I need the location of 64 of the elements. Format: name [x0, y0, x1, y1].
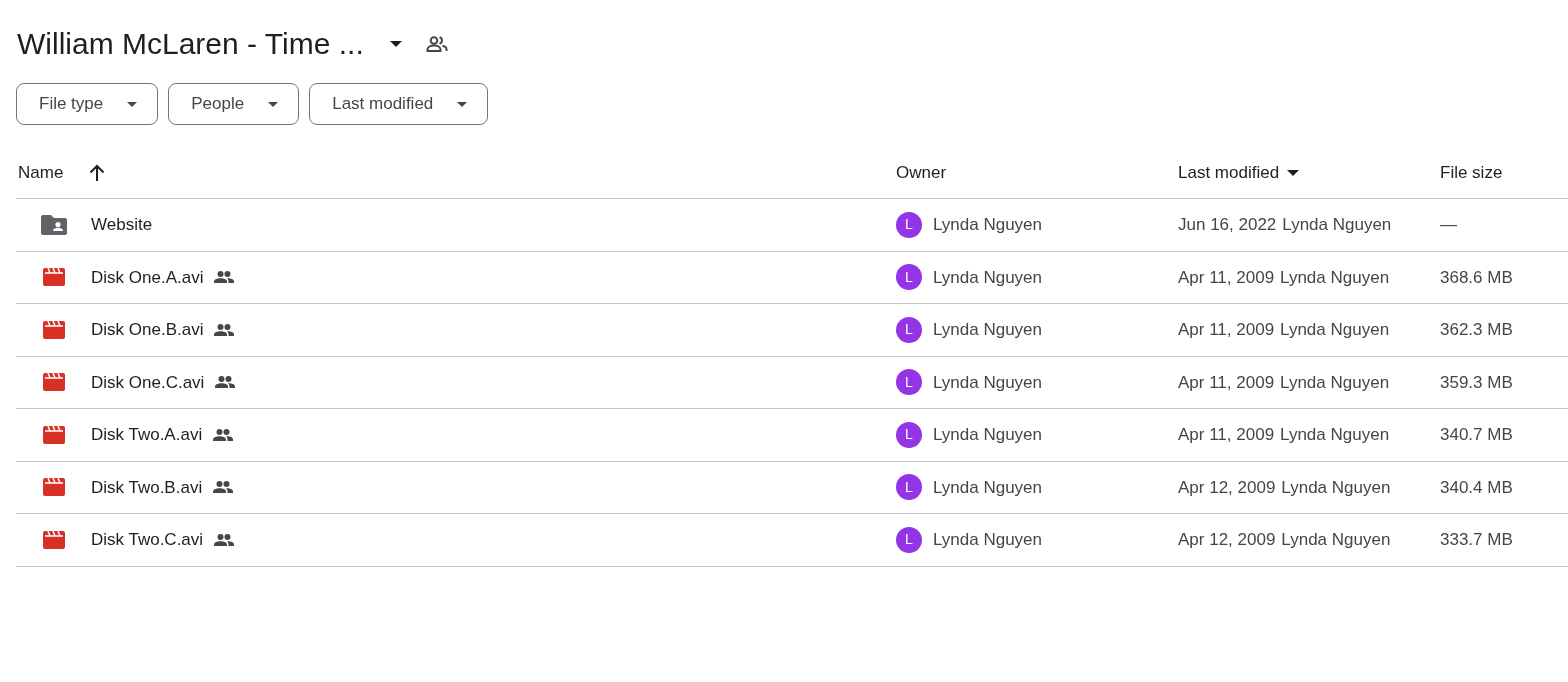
file-name: Disk Two.C.avi	[91, 529, 204, 551]
owner-name: Lynda Nguyen	[933, 424, 1042, 446]
owner-name: Lynda Nguyen	[933, 319, 1042, 341]
modified-by: Lynda Nguyen	[1280, 424, 1390, 446]
column-header[interactable]: Owner	[896, 159, 947, 186]
modified-by: Lynda Nguyen	[1280, 266, 1390, 289]
owner-name: Lynda Nguyen	[933, 214, 1042, 236]
file-size: 359.3 MB	[1440, 371, 1514, 394]
modified-date: Apr 11, 2009	[1178, 424, 1275, 446]
file-name: Disk Two.A.avi	[91, 424, 203, 446]
caret-icon	[389, 41, 402, 47]
file-name: Disk One.B.avi	[91, 319, 204, 341]
modified-by: Lynda Nguyen	[1280, 319, 1390, 341]
owner-name: Lynda Nguyen	[933, 529, 1042, 551]
modified-by: Lynda Nguyen	[1281, 476, 1391, 499]
owner-avatar: L	[896, 474, 922, 501]
modified-date: Apr 11, 2009	[1178, 371, 1275, 394]
owner-avatar: L	[896, 369, 922, 396]
file-name: Disk Two.B.avi	[91, 476, 203, 499]
folder-title: William McLaren - Time ...	[17, 26, 364, 62]
modified-date: Apr 12, 2009	[1178, 529, 1276, 551]
file-size: 340.7 MB	[1440, 424, 1514, 446]
file-name: Disk One.A.avi	[91, 266, 204, 289]
file-size: 340.4 MB	[1440, 476, 1514, 499]
column-header[interactable]: Last modified	[1178, 159, 1280, 186]
file-name: Disk One.C.avi	[91, 371, 205, 394]
column-header[interactable]: File size	[1440, 159, 1503, 186]
video-file-icon	[42, 425, 65, 444]
modified-date: Jun 16, 2022	[1178, 214, 1277, 236]
filter-chip[interactable]: File type	[16, 83, 159, 125]
file-size: 362.3 MB	[1440, 319, 1514, 341]
video-file-icon	[42, 268, 65, 287]
caret-icon	[457, 101, 468, 107]
owner-avatar: L	[896, 211, 922, 238]
owner-avatar: L	[896, 264, 922, 291]
owner-avatar: L	[896, 526, 922, 553]
caret-icon	[127, 101, 138, 107]
owner-name: Lynda Nguyen	[933, 371, 1042, 394]
column-header[interactable]: Name	[18, 159, 64, 186]
video-file-icon	[42, 320, 65, 339]
modified-date: Apr 11, 2009	[1178, 266, 1275, 289]
caret-icon	[268, 101, 279, 107]
filter-chip[interactable]: Last modified	[309, 83, 489, 125]
owner-avatar: L	[896, 316, 922, 343]
video-file-icon	[42, 530, 65, 549]
video-file-icon	[42, 373, 65, 392]
modified-date: Apr 12, 2009	[1178, 476, 1276, 499]
file-size: —	[1440, 214, 1458, 236]
modified-by: Lynda Nguyen	[1280, 371, 1390, 394]
owner-name: Lynda Nguyen	[933, 266, 1042, 289]
caret-icon[interactable]	[1287, 169, 1300, 176]
sort-arrow-icon[interactable]	[89, 164, 106, 181]
video-file-icon	[42, 478, 65, 497]
modified-by: Lynda Nguyen	[1281, 529, 1391, 551]
modified-date: Apr 11, 2009	[1178, 319, 1275, 341]
shared-folder-icon	[40, 214, 67, 235]
owner-avatar: L	[896, 421, 922, 448]
owner-name: Lynda Nguyen	[933, 476, 1042, 499]
file-name: Website	[91, 214, 153, 236]
modified-by: Lynda Nguyen	[1282, 214, 1392, 236]
file-size: 368.6 MB	[1440, 266, 1514, 289]
people-icon[interactable]	[425, 36, 448, 52]
file-size: 333.7 MB	[1440, 529, 1514, 551]
filter-chip[interactable]: People	[168, 83, 300, 125]
